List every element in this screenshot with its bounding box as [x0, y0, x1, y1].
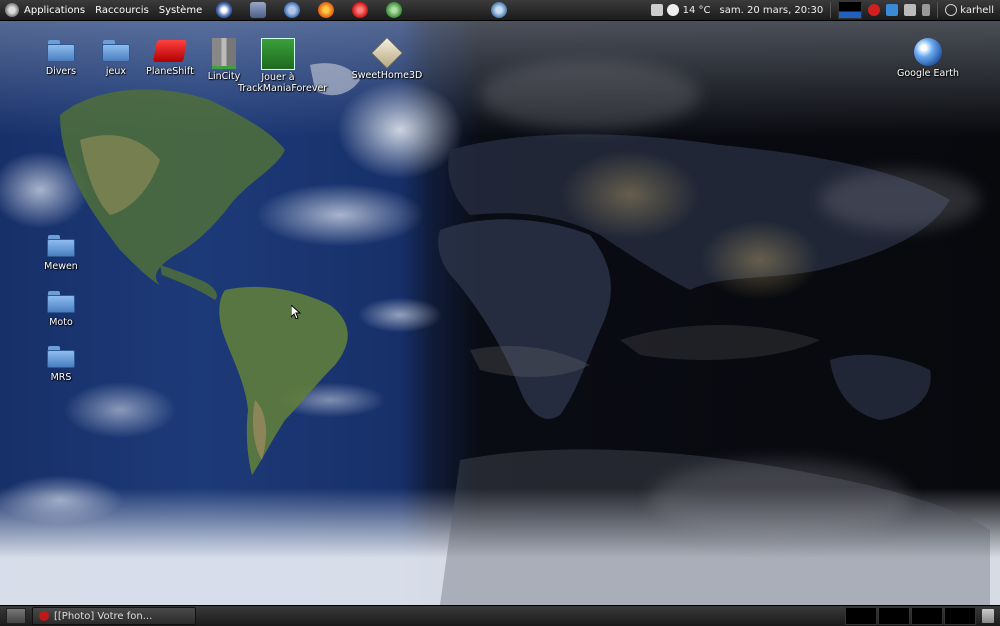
tray-network[interactable]: [904, 0, 917, 20]
cpu-graph-icon: [838, 1, 863, 19]
power-icon: [945, 4, 958, 16]
system-monitor-applet[interactable]: [838, 0, 863, 20]
desktop-icon-label: SweetHome3D: [351, 70, 423, 81]
places-menu-label: Raccourcis: [95, 4, 149, 16]
desktop-folder-moto[interactable]: Moto: [21, 291, 101, 328]
google-earth-icon: [914, 38, 942, 66]
wireless-icon: [904, 4, 917, 16]
desktop-icon-label: Google Earth: [897, 68, 959, 79]
workspace-4[interactable]: [944, 607, 976, 625]
folder-icon: [47, 291, 75, 313]
weather-icon: [666, 4, 679, 16]
weather-applet[interactable]: 14 °C: [650, 0, 711, 20]
system-menu-label: Système: [158, 4, 203, 16]
applications-menu-label: Applications: [24, 4, 86, 16]
folder-icon: [47, 40, 75, 62]
update-icon[interactable]: [386, 2, 403, 18]
mail-icon[interactable]: [491, 2, 508, 18]
desktop-icon-label: Jouer à TrackManiaForever: [238, 72, 328, 94]
taskbar-window-title: [[Photo] Votre fon...: [54, 610, 153, 622]
cloud: [480, 60, 700, 130]
user-name: karhell: [960, 4, 994, 16]
tray-volume[interactable]: [922, 0, 931, 20]
folder-icon: [102, 40, 130, 62]
bottom-panel: [[Photo] Votre fon...: [0, 605, 1000, 626]
tray-app[interactable]: [886, 0, 899, 20]
cloud: [820, 170, 980, 230]
desktop-launcher-sweethome3d[interactable]: SweetHome3D: [347, 37, 427, 81]
desktop-wallpaper: [0, 20, 1000, 605]
sweethome3d-icon: [371, 37, 403, 69]
desktop-folder-mewen[interactable]: Mewen: [21, 235, 101, 272]
weather-temperature: 14 °C: [682, 4, 711, 16]
network-icon: [650, 4, 663, 16]
file-manager-icon[interactable]: [250, 2, 267, 18]
mouse-cursor-icon: [291, 305, 301, 319]
tray-opera[interactable]: [868, 0, 881, 20]
desktop-icon-label: MRS: [50, 372, 72, 383]
trash-icon[interactable]: [982, 609, 994, 623]
opera-icon: [39, 611, 49, 621]
taskbar-window-button[interactable]: [[Photo] Votre fon...: [32, 607, 196, 625]
panel-separator: [937, 2, 939, 18]
places-menu[interactable]: Raccourcis: [90, 0, 154, 20]
browser-icon[interactable]: [284, 2, 301, 18]
applications-menu[interactable]: Applications: [0, 0, 90, 20]
lock-icon[interactable]: [352, 2, 369, 18]
workspace-3[interactable]: [911, 607, 943, 625]
clock-applet[interactable]: sam. 20 mars, 20:30: [720, 0, 824, 20]
lincity-icon: [212, 38, 236, 69]
desktop-folder-mrs[interactable]: MRS: [21, 346, 101, 383]
folder-icon: [47, 235, 75, 257]
desktop-launcher-trackmania[interactable]: Jouer à TrackManiaForever: [238, 38, 328, 94]
opera-icon: [868, 4, 881, 16]
desktop-icon-label: Mewen: [44, 261, 78, 272]
desktop-icon-label: Moto: [49, 317, 73, 328]
system-menu[interactable]: Système: [154, 0, 207, 20]
cloud: [650, 460, 910, 540]
city-lights-asia: [700, 220, 820, 300]
app-tray-icon: [886, 4, 899, 16]
user-menu[interactable]: karhell: [945, 0, 994, 20]
planeshift-icon: [153, 40, 187, 62]
help-icon[interactable]: [216, 2, 233, 18]
ubuntu-logo-icon: [5, 3, 19, 17]
firefox-icon[interactable]: [318, 2, 335, 18]
workspace-2[interactable]: [878, 607, 910, 625]
folder-icon: [47, 346, 75, 368]
top-panel: Applications Raccourcis Système 14 °C sa…: [0, 0, 1000, 21]
city-lights-europe: [560, 150, 700, 240]
panel-separator: [830, 2, 832, 18]
trackmania-icon: [261, 38, 295, 70]
show-desktop-icon[interactable]: [6, 608, 26, 624]
volume-icon: [922, 4, 931, 16]
clock-label: sam. 20 mars, 20:30: [719, 4, 824, 16]
workspace-1[interactable]: [845, 607, 877, 625]
desktop-launcher-google-earth[interactable]: Google Earth: [888, 38, 968, 79]
